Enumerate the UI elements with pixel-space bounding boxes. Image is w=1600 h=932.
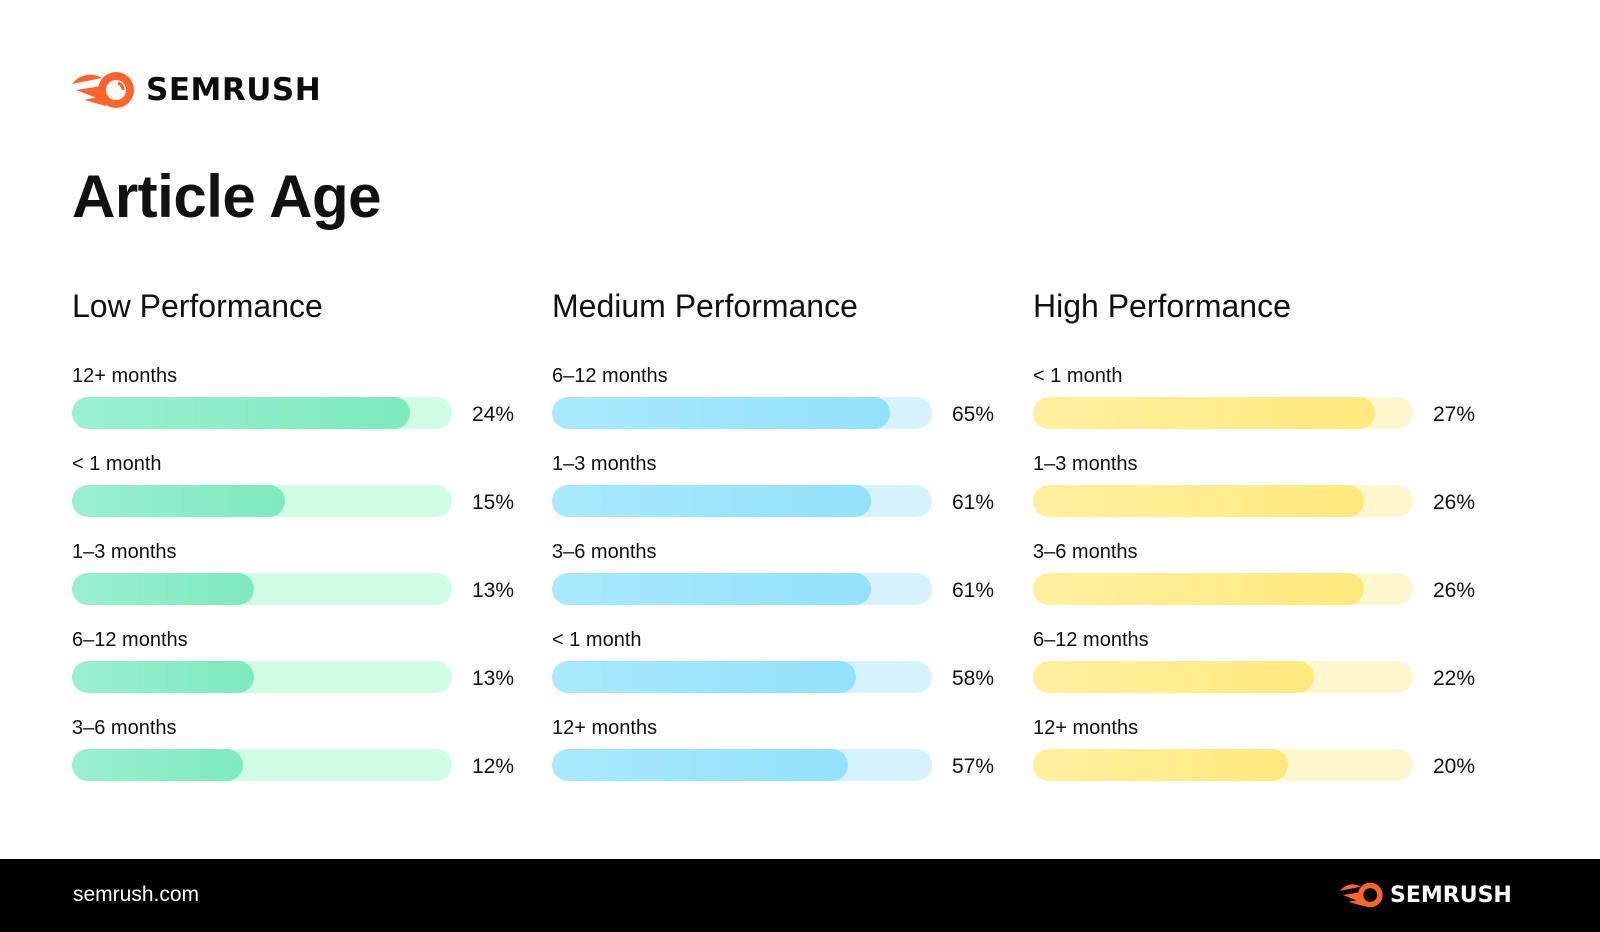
bar-track xyxy=(1033,661,1413,693)
brand-name: SEMRUSH xyxy=(146,72,322,108)
chart-title: Low Performance xyxy=(72,288,323,324)
bar-track xyxy=(72,573,452,605)
page-title: Article Age xyxy=(72,163,382,230)
bar-track xyxy=(552,397,932,429)
bar-track xyxy=(1033,397,1413,429)
bar-fill xyxy=(552,661,856,693)
chart-low-performance: Low Performance 12+ months 24% < 1 month 15%… xyxy=(72,288,522,805)
bar-row: 1–3 months 13% xyxy=(72,541,522,629)
bar-value-label: 27% xyxy=(1433,403,1476,426)
bar-category-label: 12+ months xyxy=(1033,717,1139,739)
bar-track xyxy=(1033,749,1413,781)
bar-value-label: 20% xyxy=(1433,755,1476,778)
bar-value-label: 15% xyxy=(472,491,515,514)
bar-row: < 1 month 58% xyxy=(552,629,1002,717)
bar-fill xyxy=(72,397,411,429)
semrush-logo: SEMRUSH xyxy=(72,70,321,110)
bar-fill xyxy=(1033,397,1375,429)
bar-category-label: < 1 month xyxy=(1033,365,1123,387)
footer-brand-name: SEMRUSH xyxy=(1390,882,1512,908)
bar-track xyxy=(552,661,932,693)
bar-row: 12+ months 20% xyxy=(1033,717,1483,805)
chart-title: Medium Performance xyxy=(552,288,858,324)
bar-value-label: 13% xyxy=(472,579,515,602)
bar-value-label: 57% xyxy=(952,755,995,778)
bar-category-label: 1–3 months xyxy=(72,541,177,563)
bar-category-label: 6–12 months xyxy=(72,629,188,651)
bar-category-label: 1–3 months xyxy=(1033,453,1138,475)
bar-track xyxy=(552,485,932,517)
bar-category-label: 12+ months xyxy=(552,717,658,739)
footer: semrush.com SEMRUSH xyxy=(0,859,1600,932)
bar-row: 1–3 months 61% xyxy=(552,453,1002,541)
bar-track xyxy=(552,749,932,781)
bar-fill xyxy=(1033,485,1364,517)
bar-row: 3–6 months 61% xyxy=(552,541,1002,629)
bar-value-label: 61% xyxy=(952,491,995,514)
bar-value-label: 26% xyxy=(1433,491,1476,514)
bar-track xyxy=(1033,485,1413,517)
bar-row: 6–12 months 13% xyxy=(72,629,522,717)
bar-track xyxy=(552,573,932,605)
bar-fill xyxy=(552,397,891,429)
bar-fill xyxy=(552,749,849,781)
bar-category-label: 12+ months xyxy=(72,365,178,387)
bar-row: 12+ months 24% xyxy=(72,365,522,453)
bar-row: 6–12 months 22% xyxy=(1033,629,1483,717)
bar-fill xyxy=(72,661,255,693)
bar-row: < 1 month 27% xyxy=(1033,365,1483,453)
bar-value-label: 13% xyxy=(472,667,515,690)
bar-row: 6–12 months 65% xyxy=(552,365,1002,453)
bar-category-label: < 1 month xyxy=(72,453,162,475)
chart-title: High Performance xyxy=(1033,288,1291,324)
bar-fill xyxy=(72,749,243,781)
bar-category-label: 3–6 months xyxy=(1033,541,1138,563)
bar-row: 3–6 months 26% xyxy=(1033,541,1483,629)
bar-value-label: 26% xyxy=(1433,579,1476,602)
bar-category-label: 3–6 months xyxy=(552,541,657,563)
bar-category-label: 3–6 months xyxy=(72,717,177,739)
bar-fill xyxy=(72,573,255,605)
bar-row: < 1 month 15% xyxy=(72,453,522,541)
semrush-flame-icon xyxy=(72,72,134,108)
bar-category-label: 6–12 months xyxy=(1033,629,1149,651)
bar-value-label: 65% xyxy=(952,403,995,426)
bar-row: 12+ months 57% xyxy=(552,717,1002,805)
footer-logo: SEMRUSH xyxy=(1340,881,1512,909)
chart-medium-performance: Medium Performance 6–12 months 65% 1–3 mont… xyxy=(552,288,1002,805)
bar-value-label: 12% xyxy=(472,755,515,778)
bar-row: 1–3 months 26% xyxy=(1033,453,1483,541)
bar-value-label: 58% xyxy=(952,667,995,690)
bar-track xyxy=(72,749,452,781)
bar-value-label: 61% xyxy=(952,579,995,602)
bar-track xyxy=(72,485,452,517)
bar-fill xyxy=(72,485,285,517)
bar-fill xyxy=(552,573,872,605)
bar-category-label: 6–12 months xyxy=(552,365,668,387)
bar-track xyxy=(72,661,452,693)
bar-value-label: 24% xyxy=(472,403,515,426)
bar-category-label: < 1 month xyxy=(552,629,642,651)
chart-high-performance: High Performance < 1 month 27% 1–3 months 26… xyxy=(1033,288,1483,805)
bar-track xyxy=(72,397,452,429)
bar-fill xyxy=(1033,749,1288,781)
bar-track xyxy=(1033,573,1413,605)
footer-site-link[interactable]: semrush.com xyxy=(73,883,199,907)
bar-row: 3–6 months 12% xyxy=(72,717,522,805)
bar-fill xyxy=(1033,661,1315,693)
bar-fill xyxy=(1033,573,1364,605)
bar-value-label: 22% xyxy=(1433,667,1476,690)
bar-category-label: 1–3 months xyxy=(552,453,657,475)
bar-fill xyxy=(552,485,872,517)
semrush-flame-icon xyxy=(1340,882,1383,908)
